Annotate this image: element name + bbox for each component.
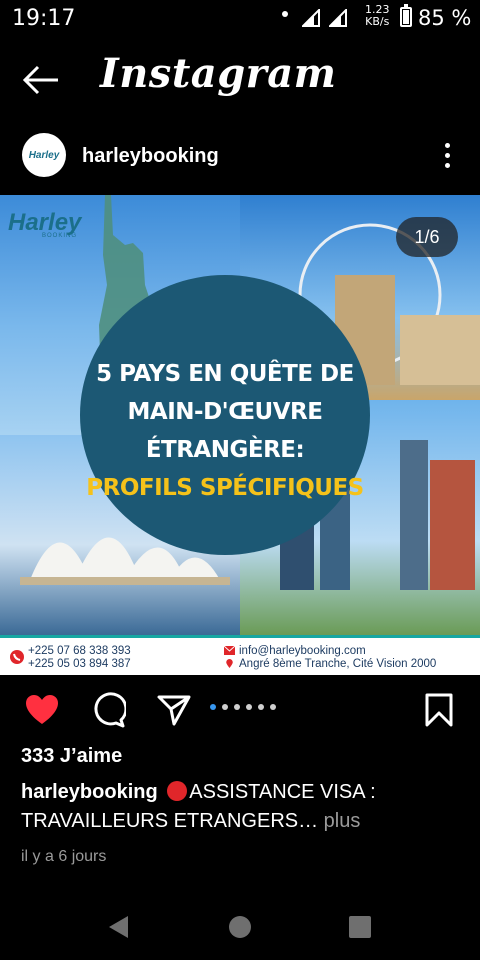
post-username[interactable]: harleybooking [82,145,219,168]
headline-line3: PROFILS SPÉCIFIQUES [86,475,364,501]
red-circle-emoji-icon [167,781,188,801]
battery-fill [403,10,409,24]
caption: harleybooking ASSISTANCE VISA : TRAVAILL… [21,778,461,836]
more-vertical-icon[interactable] [437,143,457,171]
status-time: 19:17 [12,6,76,31]
caption-more-link[interactable]: plus [324,810,361,832]
tower-shape-3 [400,440,428,590]
signal-icon [302,9,320,27]
email-text: info@harleybooking.com [239,645,366,657]
instagram-logo: Instagram [100,50,337,97]
location-pin-icon [226,659,233,668]
comment-icon[interactable] [90,692,126,728]
caption-username[interactable]: harleybooking [21,781,158,803]
phone-block: +225 07 68 338 393 +225 05 03 894 387 [10,645,131,671]
tower-shape-4 [430,460,475,590]
post-image[interactable]: Harley BOOKING 5 PAYS EN QUÊTE DE MAIN-D… [0,195,480,675]
contact-band: +225 07 68 338 393 +225 05 03 894 387 in… [0,635,480,675]
caption-text-1: ASSISTANCE VISA : [189,781,376,803]
contact-right: info@harleybooking.com Angré 8ème Tranch… [224,645,436,671]
carousel-dot [210,704,216,710]
heart-filled-icon[interactable] [24,692,60,728]
carousel-counter: 1/6 [396,217,458,257]
battery-icon [400,4,412,27]
post-header: Harley harleybooking [0,125,480,191]
signal-icon-2 [329,9,347,27]
carousel-dot [258,704,264,710]
harley-sub: BOOKING [42,233,78,239]
headline-line2: MAIN-D'ŒUVRE ÉTRANGÈRE: [127,399,323,463]
caption-text-2: TRAVAILLEURS ETRANGERS [21,810,299,832]
carousel-dot [234,704,240,710]
building-shape-2 [400,315,480,385]
headline-line1: 5 PAYS EN QUÊTE DE [96,361,354,387]
carousel-dots [210,704,276,710]
app-header: Instagram [0,40,480,120]
status-bar: 19:17 1.23 KB/s 85 % [0,0,480,38]
bookmark-icon[interactable] [421,692,457,728]
address-row: Angré 8ème Tranche, Cité Vision 2000 [224,658,436,671]
circle-home-icon[interactable] [225,912,255,942]
arrow-left-icon[interactable] [20,62,64,98]
square-recents-icon[interactable] [345,912,375,942]
mail-icon [224,646,235,655]
headline: 5 PAYS EN QUÊTE DE MAIN-D'ŒUVRE ÉTRANGÈR… [80,355,370,507]
post-timestamp: il y a 6 jours [21,848,107,865]
email-row: info@harleybooking.com [224,645,436,658]
send-icon[interactable] [156,692,192,728]
carousel-dot [246,704,252,710]
phone-2: +225 05 03 894 387 [28,658,131,670]
notification-dot-icon [282,11,288,17]
system-nav-bar [0,896,480,960]
caption-ellipsis: … [298,810,319,832]
likes-count[interactable]: 333 J’aime [21,745,122,768]
avatar-text: Harley [28,149,60,161]
carousel-dot [222,704,228,710]
carousel-dot [270,704,276,710]
triangle-back-icon[interactable] [104,912,134,942]
speed-unit: KB/s [365,15,390,28]
phone-1: +225 07 68 338 393 [28,645,131,657]
battery-percent: 85 % [418,6,472,30]
post-actions [0,684,480,736]
network-speed: 1.23 KB/s [365,4,390,28]
address-text: Angré 8ème Tranche, Cité Vision 2000 [239,658,437,670]
avatar[interactable]: Harley [22,133,66,177]
